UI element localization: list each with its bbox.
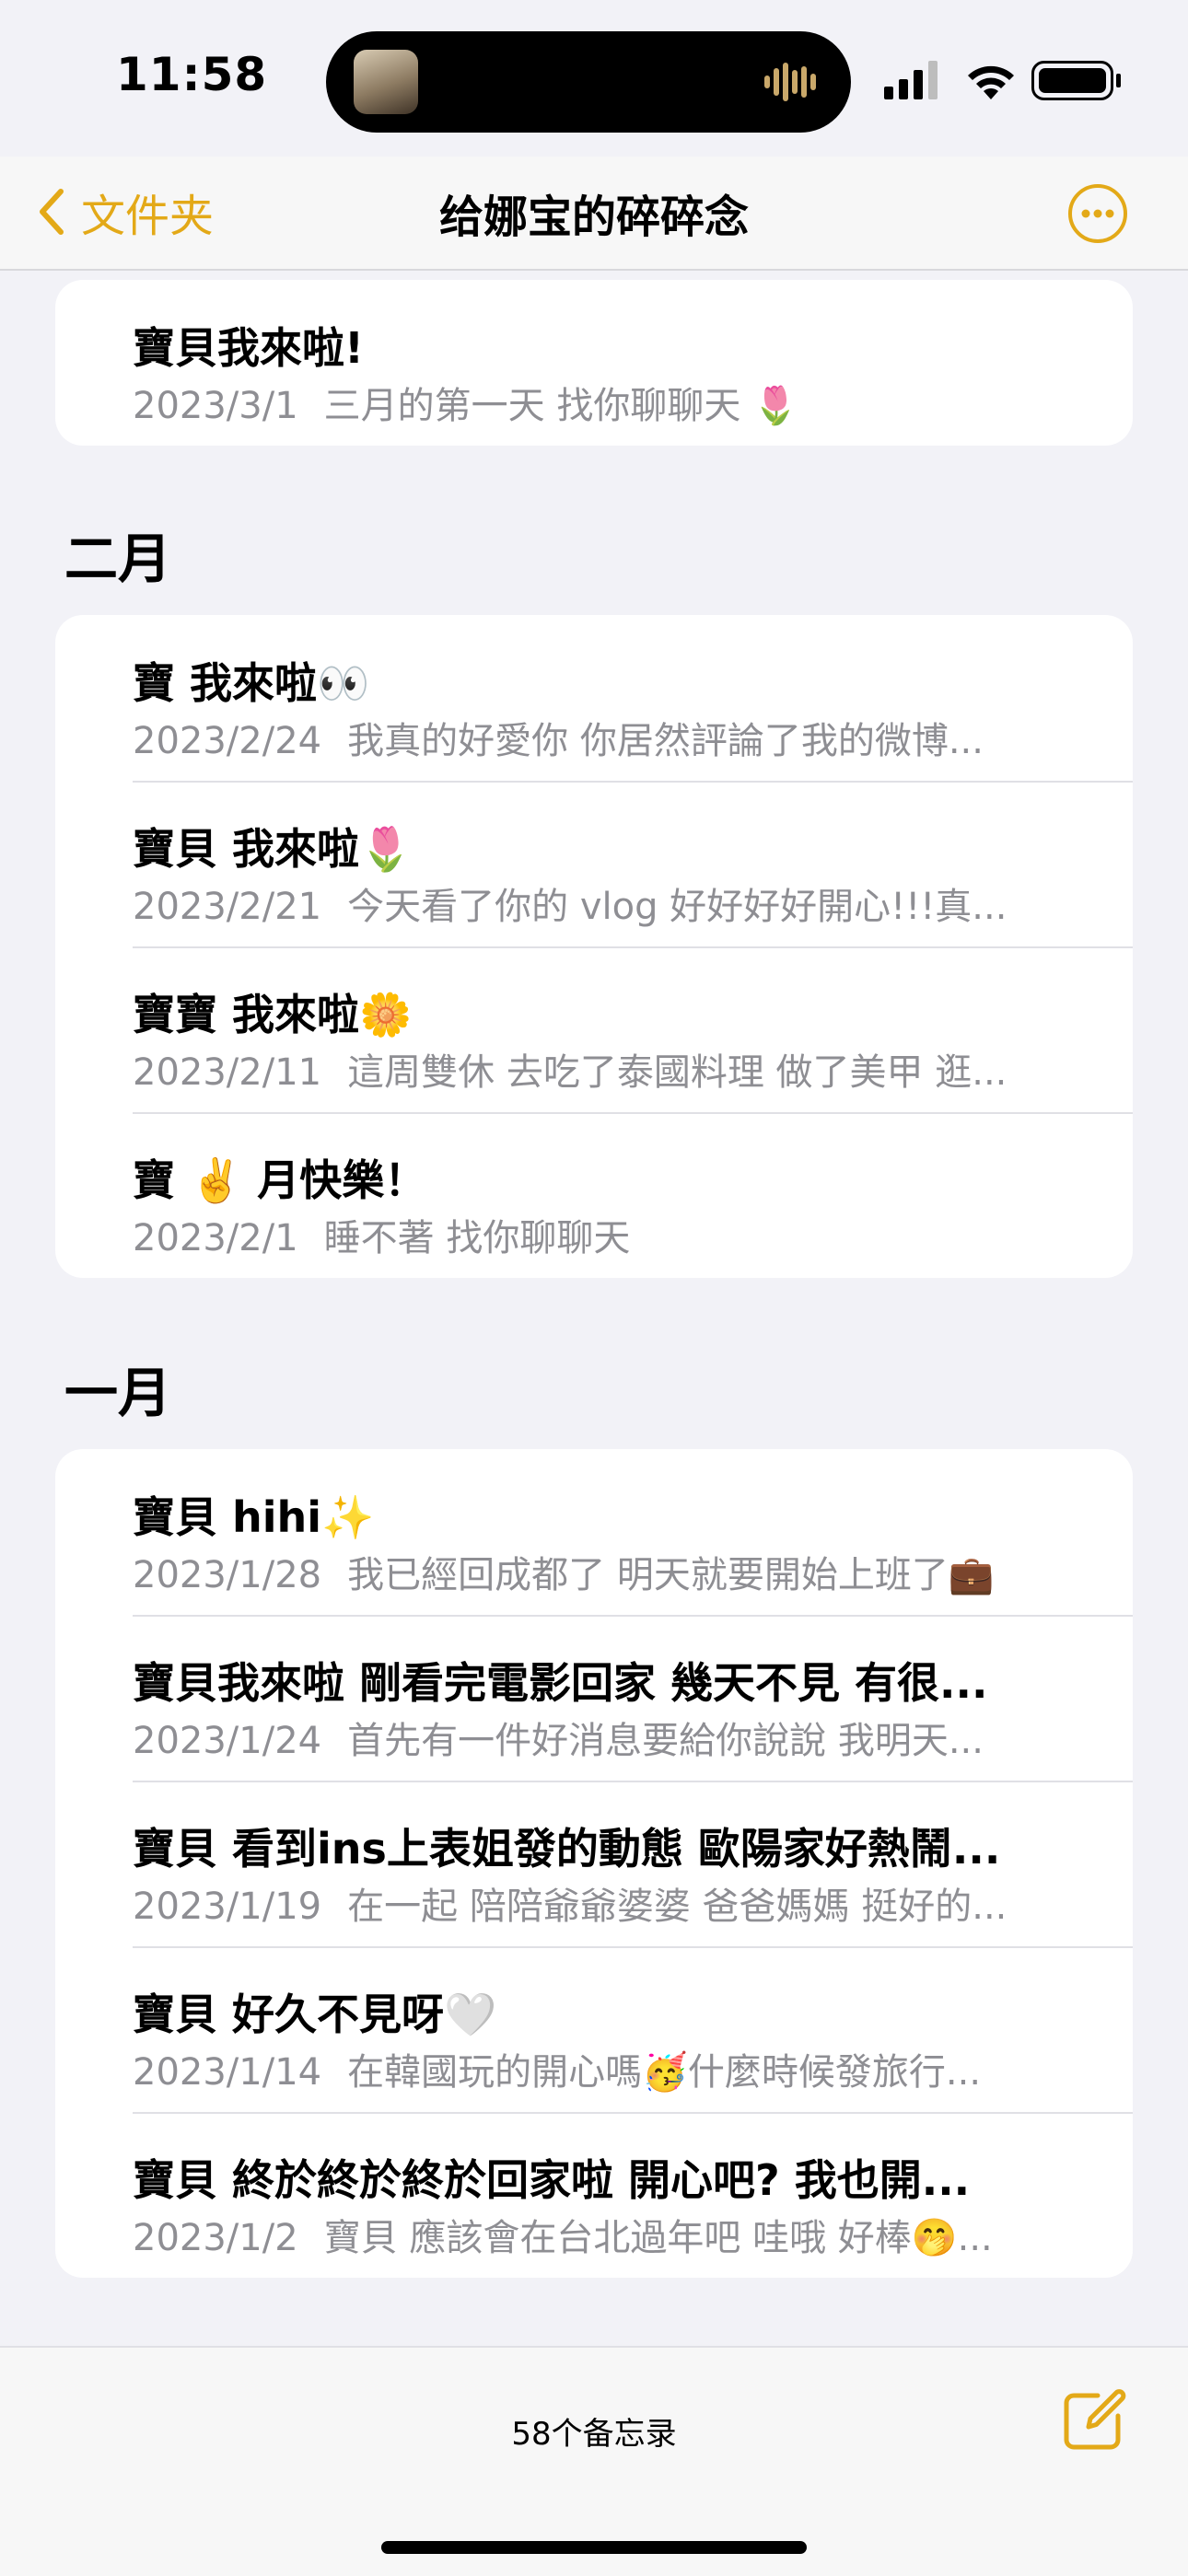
dynamic-island[interactable]	[326, 31, 851, 133]
note-item[interactable]: 寶貝 好久不見呀🤍 2023/1/14 在韓國玩的開心嗎🥳什麼時候發旅行...	[55, 1946, 1133, 2112]
note-preview: 我真的好愛你 你居然評論了我的微博...	[347, 720, 984, 762]
back-button-label: 文件夹	[81, 191, 215, 242]
note-date: 2023/1/14	[133, 2051, 322, 2094]
note-preview: 寶貝 應該會在台北過年吧 哇哦 好棒🤭...	[323, 2217, 993, 2259]
note-preview: 今天看了你的 vlog 好好好好開心!!!真...	[347, 886, 1007, 928]
status-time: 11:58	[116, 48, 268, 101]
section-header-january: 一月	[64, 1362, 172, 1424]
note-title: 寶貝 看到ins上表姐發的動態 歐陽家好熱鬧...	[133, 1824, 1001, 1874]
note-preview: 首先有一件好消息要給你說說 我明天...	[347, 1720, 984, 1762]
note-subtitle: 2023/1/14 在韓國玩的開心嗎🥳什麼時候發旅行...	[133, 2042, 1096, 2095]
note-preview: 在韓國玩的開心嗎🥳什麼時候發旅行...	[347, 2051, 982, 2094]
status-bar: 11:58	[0, 0, 1188, 157]
note-subtitle: 2023/2/21 今天看了你的 vlog 好好好好開心!!!真...	[133, 876, 1096, 930]
note-date: 2023/3/1	[133, 385, 298, 427]
note-title: 寶 ✌️ 月快樂！	[133, 1155, 427, 1205]
note-date: 2023/2/1	[133, 1217, 298, 1259]
note-preview: 這周雙休 去吃了泰國料理 做了美甲 逛...	[347, 1051, 1007, 1094]
wifi-icon	[968, 65, 1014, 99]
back-button[interactable]: 文件夹	[37, 177, 214, 247]
note-preview: 睡不著 找你聊聊天	[323, 1217, 631, 1259]
note-date: 2023/1/28	[133, 1554, 322, 1596]
now-playing-artwork	[354, 50, 418, 114]
notes-card-march: 寶貝我來啦! 2023/3/1 三月的第一天 找你聊聊天 🌷	[55, 280, 1133, 446]
note-subtitle: 2023/1/2 寶貝 應該會在台北過年吧 哇哦 好棒🤭...	[133, 2208, 1096, 2261]
cellular-signal-icon	[884, 61, 938, 99]
note-item[interactable]: 寶貝 我來啦🌷 2023/2/21 今天看了你的 vlog 好好好好開心!!!真.…	[55, 781, 1133, 946]
note-item[interactable]: 寶貝 hihi✨ 2023/1/28 我已經回成都了 明天就要開始上班了💼	[55, 1449, 1133, 1615]
note-item[interactable]: 寶 我來啦👀 2023/2/24 我真的好愛你 你居然評論了我的微博...	[55, 615, 1133, 781]
navigation-bar: 文件夹 给娜宝的碎碎念	[0, 157, 1188, 271]
home-indicator[interactable]	[381, 2541, 807, 2554]
notes-card-january: 寶貝 hihi✨ 2023/1/28 我已經回成都了 明天就要開始上班了💼 寶貝我…	[55, 1449, 1133, 2278]
more-options-icon[interactable]	[1066, 182, 1129, 245]
note-preview: 在一起 陪陪爺爺婆婆 爸爸媽媽 挺好的...	[347, 1886, 1007, 1928]
note-date: 2023/2/21	[133, 886, 322, 928]
note-subtitle: 2023/2/1 睡不著 找你聊聊天	[133, 1208, 1096, 1261]
notes-card-february: 寶 我來啦👀 2023/2/24 我真的好愛你 你居然評論了我的微博... 寶貝 …	[55, 615, 1133, 1278]
note-subtitle: 2023/2/11 這周雙休 去吃了泰國料理 做了美甲 逛...	[133, 1042, 1096, 1096]
note-title: 寶貝 終於終於終於回家啦 開心吧? 我也開...	[133, 2155, 971, 2205]
note-title: 寶寶 我來啦🌼	[133, 990, 413, 1039]
note-subtitle: 2023/1/19 在一起 陪陪爺爺婆婆 爸爸媽媽 挺好的...	[133, 1876, 1096, 1930]
note-title: 寶 我來啦👀	[133, 658, 370, 708]
note-subtitle: 2023/2/24 我真的好愛你 你居然評論了我的微博...	[133, 711, 1096, 764]
note-preview: 三月的第一天 找你聊聊天 🌷	[323, 385, 798, 427]
note-subtitle: 2023/1/24 首先有一件好消息要給你說說 我明天...	[133, 1711, 1096, 1764]
status-icons	[884, 61, 1121, 100]
note-item[interactable]: 寶貝我來啦 剛看完電影回家 幾天不見 有很... 2023/1/24 首先有一件好…	[55, 1615, 1133, 1781]
note-title: 寶貝 我來啦🌷	[133, 824, 413, 874]
note-date: 2023/1/19	[133, 1886, 322, 1928]
note-title: 寶貝我來啦 剛看完電影回家 幾天不見 有很...	[133, 1658, 988, 1708]
note-date: 2023/2/24	[133, 720, 322, 762]
note-preview: 我已經回成都了 明天就要開始上班了💼	[347, 1554, 995, 1596]
chevron-left-icon	[40, 189, 64, 235]
audio-waveform-icon	[764, 63, 816, 101]
note-date: 2023/1/2	[133, 2217, 298, 2259]
note-title: 寶貝我來啦!	[133, 323, 364, 373]
note-item[interactable]: 寶 ✌️ 月快樂！ 2023/2/1 睡不著 找你聊聊天	[55, 1112, 1133, 1278]
note-title: 寶貝 好久不見呀🤍	[133, 1990, 497, 2039]
note-count: 58个备忘录	[511, 2416, 677, 2453]
compose-icon[interactable]	[1061, 2386, 1127, 2453]
note-item[interactable]: 寶貝 終於終於終於回家啦 開心吧? 我也開... 2023/1/2 寶貝 應該會在…	[55, 2112, 1133, 2278]
note-subtitle: 2023/3/1 三月的第一天 找你聊聊天 🌷	[133, 376, 1096, 429]
note-subtitle: 2023/1/28 我已經回成都了 明天就要開始上班了💼	[133, 1545, 1096, 1598]
section-header-february: 二月	[64, 528, 172, 590]
note-item[interactable]: 寶貝 看到ins上表姐發的動態 歐陽家好熱鬧... 2023/1/19 在一起 陪…	[55, 1781, 1133, 1946]
battery-icon	[1031, 61, 1121, 100]
note-date: 2023/2/11	[133, 1051, 322, 1094]
note-date: 2023/1/24	[133, 1720, 322, 1762]
note-title: 寶貝 hihi✨	[133, 1492, 375, 1542]
note-item[interactable]: 寶寶 我來啦🌼 2023/2/11 這周雙休 去吃了泰國料理 做了美甲 逛...	[55, 946, 1133, 1112]
note-item[interactable]: 寶貝我來啦! 2023/3/1 三月的第一天 找你聊聊天 🌷	[55, 280, 1133, 446]
